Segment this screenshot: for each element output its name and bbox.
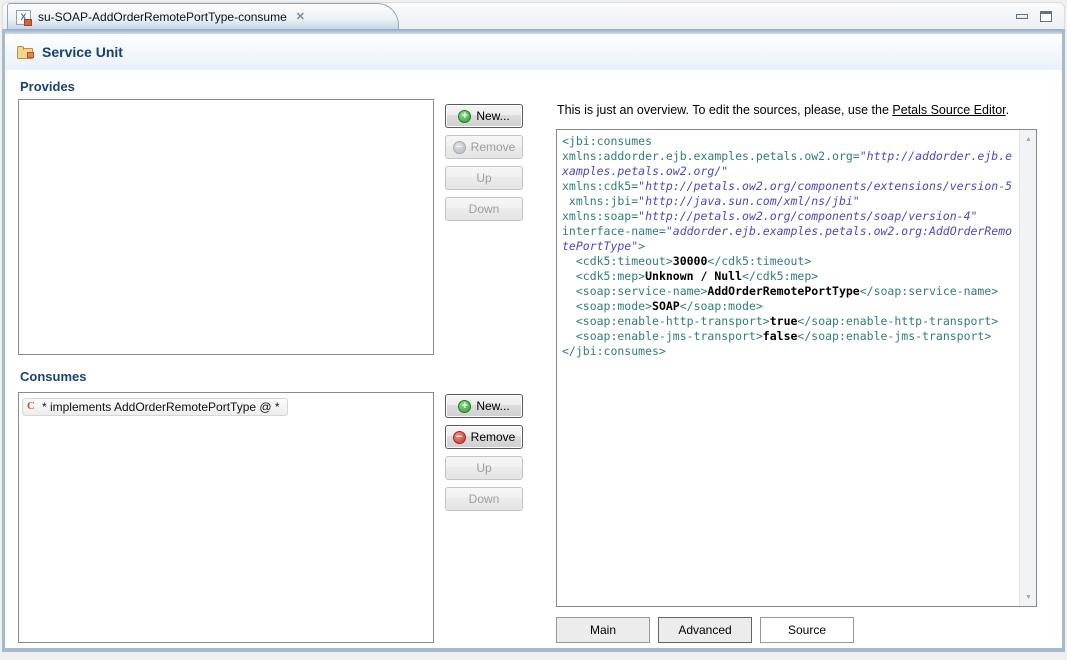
code-line: <soap:service-name>AddOrderRemotePortTyp… — [562, 284, 1016, 299]
maximize-icon[interactable] — [1040, 11, 1052, 22]
button-label: Down — [469, 492, 500, 506]
code-line: <soap:enable-jms-transport>false</soap:e… — [562, 329, 1016, 344]
button-label: New... — [476, 109, 509, 123]
provides-list[interactable] — [18, 99, 434, 355]
button-label: Remove — [471, 430, 516, 444]
add-icon: + — [458, 110, 471, 123]
editor-tab-bar: X su-SOAP-AddOrderRemotePortType-consume… — [2, 2, 1065, 29]
consumes-item-label: * implements AddOrderRemotePortType @ * — [42, 400, 280, 414]
page-title: Service Unit — [42, 44, 123, 60]
code-line: xmlns:cdk5="http://petals.ow2.org/compon… — [562, 179, 1016, 194]
button-label: Up — [476, 461, 491, 475]
overview-note: This is just an overview. To edit the so… — [557, 103, 1009, 117]
overview-text: This is just an overview. To edit the so… — [557, 103, 892, 117]
code-line: <cdk5:timeout>30000</cdk5:timeout> — [562, 254, 1016, 269]
scroll-down-icon[interactable]: ▼ — [1020, 589, 1037, 605]
button-label: Down — [469, 202, 500, 216]
code-line: <soap:mode>SOAP</soap:mode> — [562, 299, 1016, 314]
remove-icon: − — [453, 431, 466, 444]
provides-down-button[interactable]: Down — [445, 197, 523, 221]
tab-source[interactable]: Source — [760, 617, 854, 643]
provides-up-button[interactable]: Up — [445, 166, 523, 190]
tab-title: su-SOAP-AddOrderRemotePortType-consume — [38, 10, 287, 24]
source-viewer[interactable]: <jbi:consumesxmlns:addorder.ejb.examples… — [556, 129, 1037, 607]
code-line: xamples.petals.ow2.org/" — [562, 164, 1016, 179]
code-line: </jbi:consumes> — [562, 344, 1016, 359]
tab-main[interactable]: Main — [556, 617, 650, 643]
button-label: Up — [476, 171, 491, 185]
code-line: xmlns:soap="http://petals.ow2.org/compon… — [562, 209, 1016, 224]
consumes-list-item[interactable]: C * implements AddOrderRemotePortType @ * — [22, 398, 288, 416]
consumes-remove-button[interactable]: − Remove — [445, 425, 523, 449]
form-header: Service Unit — [5, 34, 1062, 70]
consumes-up-button[interactable]: Up — [445, 456, 523, 480]
view-controls — [1016, 11, 1052, 22]
button-label: New... — [476, 399, 509, 413]
remove-icon: − — [453, 141, 466, 154]
add-icon: + — [458, 400, 471, 413]
service-unit-folder-icon — [17, 46, 34, 59]
editor-tab[interactable]: X su-SOAP-AddOrderRemotePortType-consume… — [7, 3, 399, 30]
petals-source-editor-link[interactable]: Petals Source Editor — [892, 103, 1005, 117]
consumes-section-title: Consumes — [20, 369, 86, 384]
consumes-down-button[interactable]: Down — [445, 487, 523, 511]
code-line: <jbi:consumes — [562, 134, 1016, 149]
source-scrollbar[interactable]: ▲ ▼ — [1019, 130, 1036, 606]
service-unit-editor: Service Unit Provides + New... − Remove … — [2, 29, 1065, 652]
scroll-up-icon[interactable]: ▲ — [1020, 131, 1037, 147]
code-line: <soap:enable-http-transport>true</soap:e… — [562, 314, 1016, 329]
code-line: xmlns:addorder.ejb.examples.petals.ow2.o… — [562, 149, 1016, 164]
consumes-item-icon: C — [27, 401, 35, 412]
provides-remove-button[interactable]: − Remove — [445, 135, 523, 159]
provides-new-button[interactable]: + New... — [445, 104, 523, 128]
code-line: xmlns:jbi="http://java.sun.com/xml/ns/jb… — [562, 194, 1016, 209]
provides-section-title: Provides — [20, 79, 75, 94]
consumes-list[interactable]: C * implements AddOrderRemotePortType @ * — [18, 392, 434, 643]
overview-text: . — [1006, 103, 1009, 117]
consumes-new-button[interactable]: + New... — [445, 394, 523, 418]
button-label: Remove — [471, 140, 516, 154]
provides-button-column: + New... − Remove Up Down — [445, 104, 523, 221]
code-line: <cdk5:mep>Unknown / Null</cdk5:mep> — [562, 269, 1016, 284]
xml-source-code: <jbi:consumesxmlns:addorder.ejb.examples… — [562, 134, 1016, 602]
code-line: interface-name="addorder.ejb.examples.pe… — [562, 224, 1016, 239]
minimize-icon[interactable] — [1016, 14, 1028, 19]
code-line: tePortType"> — [562, 239, 1016, 254]
consumes-button-column: + New... − Remove Up Down — [445, 394, 523, 511]
tab-advanced[interactable]: Advanced — [658, 617, 752, 643]
tab-close-icon[interactable]: ✕ — [296, 12, 305, 23]
xml-file-icon: X — [16, 10, 31, 25]
